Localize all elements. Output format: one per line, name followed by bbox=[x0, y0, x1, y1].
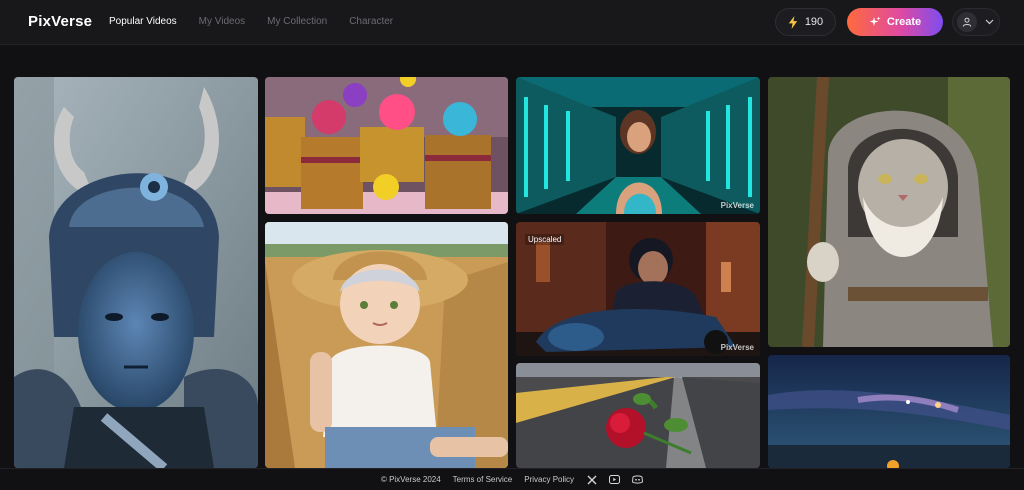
terms-link[interactable]: Terms of Service bbox=[453, 475, 513, 484]
nav-popular-videos[interactable]: Popular Videos bbox=[109, 16, 177, 27]
top-bar: PixVerse Popular Videos My Videos My Col… bbox=[0, 0, 1024, 45]
video-thumbnail bbox=[768, 355, 1010, 468]
video-card-rose-road[interactable] bbox=[516, 363, 760, 468]
credits-button[interactable]: 190 bbox=[775, 8, 836, 36]
footer: © PixVerse 2024 Terms of Service Privacy… bbox=[0, 468, 1024, 490]
sparkle-icon bbox=[869, 16, 881, 26]
nav-character[interactable]: Character bbox=[349, 16, 393, 27]
video-card-neon-tunnel[interactable]: PixVerse bbox=[516, 77, 760, 214]
chevron-down-icon[interactable] bbox=[985, 19, 994, 25]
logo[interactable]: PixVerse bbox=[28, 13, 92, 30]
user-icon bbox=[962, 17, 972, 27]
video-card-wizard-cat[interactable] bbox=[768, 77, 1010, 347]
video-thumbnail bbox=[768, 77, 1010, 347]
video-card-galaxy-sky[interactable] bbox=[768, 355, 1010, 468]
x-logo-icon[interactable] bbox=[586, 474, 597, 485]
badge-upscaled: Upscaled bbox=[525, 234, 565, 245]
create-label: Create bbox=[886, 16, 922, 28]
video-thumbnail bbox=[14, 77, 258, 468]
create-button[interactable]: Create bbox=[847, 8, 943, 36]
video-card-boy-wheat-field[interactable] bbox=[265, 222, 508, 468]
privacy-link[interactable]: Privacy Policy bbox=[524, 475, 574, 484]
video-card-horned-warrior[interactable] bbox=[14, 77, 258, 468]
video-thumbnail bbox=[516, 363, 760, 468]
nav-my-collection[interactable]: My Collection bbox=[267, 16, 327, 27]
bolt-icon bbox=[788, 15, 797, 29]
video-card-motorcycle-rider[interactable]: Upscaled PixVerse bbox=[516, 222, 760, 356]
watermark-pixverse: PixVerse bbox=[720, 343, 754, 352]
video-thumbnail bbox=[516, 77, 760, 214]
discord-icon[interactable] bbox=[632, 474, 644, 485]
youtube-icon[interactable] bbox=[609, 474, 621, 485]
copyright-text: © PixVerse 2024 bbox=[380, 475, 441, 484]
video-thumbnail bbox=[265, 222, 508, 468]
credits-count: 190 bbox=[804, 16, 824, 28]
app-root: PixVerse Popular Videos My Videos My Col… bbox=[0, 0, 1024, 490]
avatar[interactable] bbox=[957, 12, 977, 32]
watermark-pixverse: PixVerse bbox=[720, 201, 754, 210]
account-menu[interactable] bbox=[952, 8, 1000, 36]
main-nav: Popular Videos My Videos My Collection C… bbox=[109, 16, 393, 27]
video-card-gift-boxes[interactable] bbox=[265, 77, 508, 214]
nav-my-videos[interactable]: My Videos bbox=[199, 16, 246, 27]
video-thumbnail bbox=[265, 77, 508, 214]
